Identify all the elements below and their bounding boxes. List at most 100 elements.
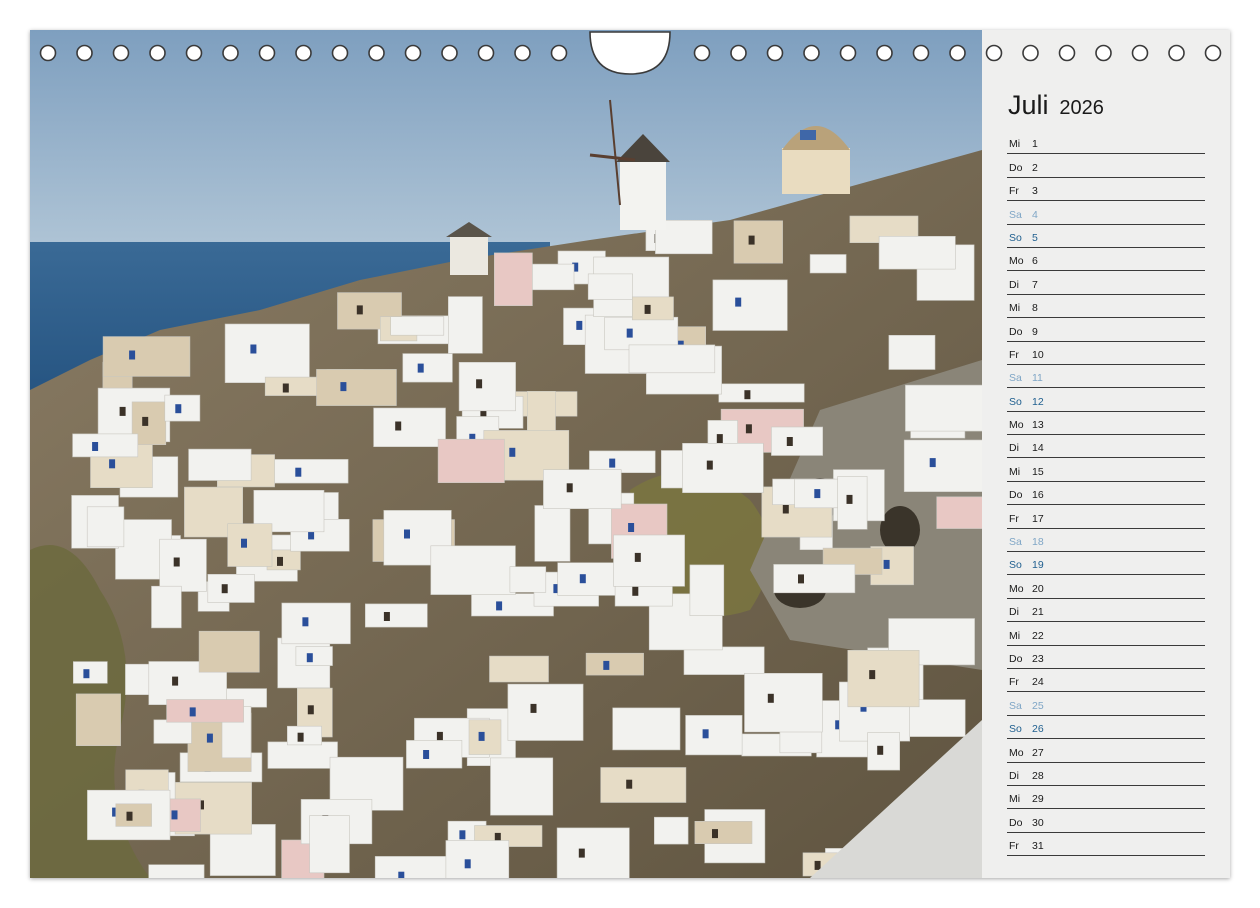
day-weekday: Di [1009,278,1019,291]
day-weekday: So [1009,231,1022,244]
month-name: Juli [1008,90,1049,120]
day-weekday: Fr [1009,512,1019,525]
day-row: Do 2 [1007,154,1205,178]
day-row: So 12 [1007,388,1205,412]
house-shape [809,254,847,274]
day-weekday: Do [1009,652,1023,665]
window-shape [340,382,347,392]
window-shape [282,383,289,393]
window-shape [869,670,876,680]
window-shape [126,811,133,821]
window-shape [173,557,180,567]
house-shape [390,316,445,336]
day-row: So 19 [1007,552,1205,576]
window-shape [189,707,196,717]
window-shape [735,297,742,307]
house-shape [224,323,310,384]
window-shape [628,523,635,532]
house-shape [493,252,533,306]
day-weekday: Mo [1009,746,1024,759]
house-shape [102,336,191,377]
day-weekday: Sa [1009,208,1022,221]
day-number: 31 [1032,840,1044,853]
day-row: Mi 22 [1007,622,1205,646]
day-weekday: Sa [1009,372,1022,385]
window-shape [566,483,573,493]
house-shape [653,816,689,845]
house-shape [468,719,502,755]
day-row: So 5 [1007,225,1205,248]
day-number: 15 [1032,465,1044,478]
day-weekday: Mi [1009,793,1021,806]
house-shape [406,740,463,769]
day-weekday: Fr [1009,348,1019,361]
house-shape [207,573,255,603]
house-shape [847,649,920,708]
day-number: 28 [1032,769,1044,782]
day-weekday: Do [1009,161,1023,174]
month-title: Juli 2026 [1008,87,1104,119]
window-shape [578,848,585,858]
house-shape [227,523,273,567]
window-shape [295,467,302,477]
house-shape [489,655,549,683]
window-shape [846,494,853,504]
window-shape [395,421,402,431]
day-weekday: Fr [1009,676,1019,689]
day-row: Di 21 [1007,599,1205,623]
house-shape [587,273,633,300]
house-shape [507,683,584,741]
house-shape [744,672,823,733]
house-shape [628,344,716,374]
day-row: Mo 27 [1007,739,1205,763]
day-number: 27 [1032,746,1044,759]
window-shape [83,669,90,679]
house-shape [543,469,622,510]
day-weekday: Sa [1009,699,1022,712]
day-row: Di 28 [1007,763,1205,786]
window-shape [119,406,126,416]
day-weekday: Mo [1009,582,1024,595]
day-row: So 26 [1007,716,1205,740]
house-shape [309,815,350,874]
window-shape [603,660,610,670]
day-number: 2 [1032,161,1038,174]
house-shape [267,741,338,769]
window-shape [464,859,471,869]
day-list: Mi 1 Do 2 Fr 3 Sa 4 So 5 Mo 6 Di 7 Mi 8 Do 9 Fr 10 Sa 11 So 12 M… [1007,131,1205,857]
house-shape [600,767,687,803]
day-number: 10 [1032,348,1044,361]
window-shape [302,617,309,627]
day-number: 16 [1032,489,1044,502]
day-row: Sa 4 [1007,201,1205,225]
window-shape [172,676,179,686]
day-weekday: Mi [1009,465,1021,478]
window-shape [206,733,213,743]
window-shape [609,458,616,468]
house-shape [888,334,936,370]
house-shape [903,439,982,493]
house-shape [316,369,397,406]
window-shape [716,434,723,444]
house-shape [458,361,516,412]
day-row: Fr 31 [1007,833,1205,857]
day-number: 14 [1032,442,1044,455]
house-shape [585,652,644,676]
day-number: 20 [1032,582,1044,595]
day-number: 6 [1032,255,1038,268]
house-shape [878,236,956,270]
window-shape [929,458,936,468]
window-shape [417,363,424,373]
day-weekday: Mi [1009,629,1021,642]
day-number: 4 [1032,208,1038,221]
day-row: Di 7 [1007,271,1205,295]
window-shape [404,529,410,539]
window-shape [277,556,283,566]
house-shape [773,564,856,594]
house-shape [612,707,681,751]
house-shape [86,506,125,548]
window-shape [307,705,314,715]
day-weekday: Di [1009,442,1019,455]
day-weekday: So [1009,395,1022,408]
window-shape [745,424,752,434]
